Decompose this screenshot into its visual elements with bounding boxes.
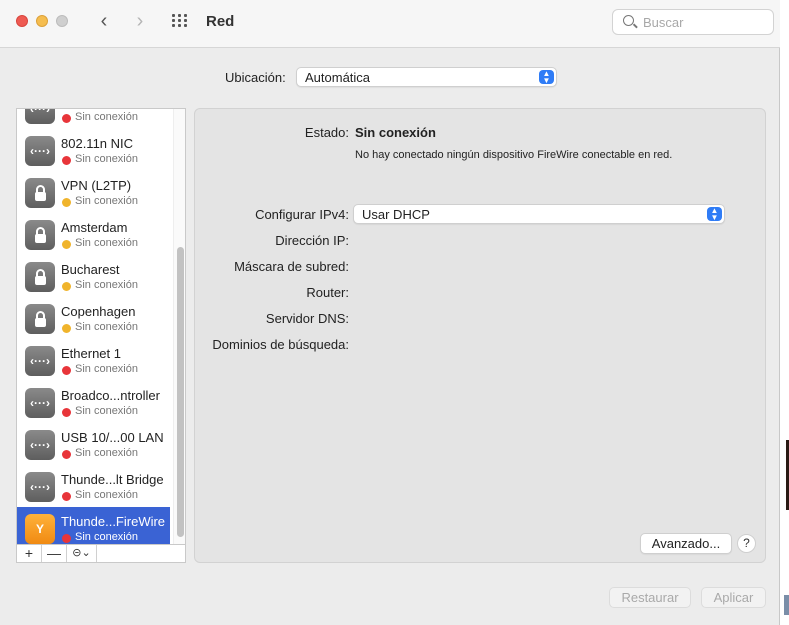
status-dot-icon [62,198,71,207]
network-interface-icon: ‹···› [25,430,55,460]
service-status: Sin conexión [75,237,138,249]
select-arrows-icon: ▲ ▼ [539,70,554,85]
configure-ipv4-label: Configurar IPv4: [255,207,349,222]
service-status: Sin conexión [75,321,138,333]
vpn-lock-icon [25,178,55,208]
back-arrow-icon[interactable]: ‹ [94,10,114,32]
restore-button[interactable]: Restaurar [609,587,691,608]
vpn-lock-icon [25,220,55,250]
remove-service-button[interactable]: — [42,545,67,562]
service-detail-panel: Estado: Sin conexión No hay conectado ni… [194,108,766,563]
status-dot-icon [62,282,71,291]
service-name: VPN (L2TP) [61,178,132,193]
status-dot-icon [62,240,71,249]
network-interface-icon: ‹···› [25,472,55,502]
search-input[interactable] [643,13,768,31]
service-item[interactable]: ‹···› Sin conexión [17,109,170,129]
help-button[interactable]: ? [737,534,756,553]
service-item[interactable]: Amsterdam Sin conexión [17,213,170,255]
status-description: No hay conectado ningún dispositivo Fire… [355,149,673,161]
service-status: Sin conexión [75,111,138,123]
network-preferences-window: ‹ › Red Ubicación: Automática ▲▼ ‹···› Si… [0,0,780,625]
background-window-edge [780,0,789,625]
service-name: Thunde...FireWire [61,514,166,529]
network-interface-icon: ‹···› [25,136,55,166]
dns-server-label: Servidor DNS: [265,311,349,326]
service-item[interactable]: ‹···› Ethernet 1 Sin conexión [17,339,170,381]
scrollbar-thumb[interactable] [177,247,184,537]
vpn-lock-icon [25,262,55,292]
service-name: Amsterdam [61,220,128,235]
location-value: Automática [305,70,371,85]
window-title: Red [206,13,235,30]
advanced-button[interactable]: Avanzado... [640,533,732,554]
service-item[interactable]: ‹···› 802.11n NIC Sin conexión [17,129,170,171]
add-service-button[interactable]: + [17,545,42,562]
search-field[interactable] [612,9,774,35]
zoom-window-button[interactable] [56,15,68,27]
status-label: Estado: [304,125,349,140]
location-label: Ubicación: [225,70,286,85]
network-interface-icon: ‹···› [25,346,55,376]
status-value: Sin conexión [355,125,436,140]
status-dot-icon [62,324,71,333]
service-name: Bucharest [61,262,120,277]
apply-button[interactable]: Aplicar [701,587,766,608]
service-name: Broadco...ntroller [61,388,160,403]
service-item[interactable]: ‹···› Thunde...lt Bridge Sin conexión [17,465,170,507]
firewire-icon: Y [25,514,55,544]
service-list-scrollbar[interactable] [173,109,185,545]
select-arrows-icon: ▲ ▼ [707,207,722,222]
service-action-menu-button[interactable]: ⊝⌄ [67,545,97,562]
search-icon [623,15,634,26]
service-list-footer: + — ⊝⌄ [16,544,186,563]
configure-ipv4-value: Usar DHCP [362,207,430,222]
service-item[interactable]: ‹···› Broadco...ntroller Sin conexión [17,381,170,423]
service-name: Copenhagen [61,304,136,319]
network-interface-icon: ‹···› [25,388,55,418]
service-status: Sin conexión [75,531,138,543]
configure-ipv4-select[interactable]: Usar DHCP ▲ ▼ [353,204,725,224]
search-domains-label: Dominios de búsqueda: [212,337,349,352]
status-dot-icon [62,450,71,459]
minimize-window-button[interactable] [36,15,48,27]
service-status: Sin conexión [75,405,138,417]
router-label: Router: [306,285,349,300]
service-status: Sin conexión [75,195,138,207]
service-status: Sin conexión [75,363,138,375]
status-dot-icon [62,534,71,543]
status-dot-icon [62,114,71,123]
service-name: Thunde...lt Bridge [61,472,164,487]
status-dot-icon [62,366,71,375]
service-name: Ethernet 1 [61,346,121,361]
service-item[interactable]: ‹···› USB 10/...00 LAN Sin conexión [17,423,170,465]
service-status: Sin conexión [75,447,138,459]
location-select[interactable]: Automática ▲ ▼ [296,67,557,87]
close-window-button[interactable] [16,15,28,27]
service-item[interactable]: Y Thunde...FireWire Sin conexión [17,507,170,545]
service-name: USB 10/...00 LAN [61,430,164,445]
status-dot-icon [62,408,71,417]
toolbar: ‹ › Red [0,0,780,48]
show-all-grid-icon[interactable] [172,14,190,28]
subnet-mask-label: Máscara de subred: [234,259,349,274]
network-interface-icon: ‹···› [25,109,55,124]
status-dot-icon [62,492,71,501]
service-status: Sin conexión [75,279,138,291]
vpn-lock-icon [25,304,55,334]
service-item[interactable]: Copenhagen Sin conexión [17,297,170,339]
service-status: Sin conexión [75,489,138,501]
service-item[interactable]: Bucharest Sin conexión [17,255,170,297]
ip-address-label: Dirección IP: [275,233,349,248]
status-dot-icon [62,156,71,165]
forward-arrow-icon[interactable]: › [130,10,150,32]
service-item[interactable]: VPN (L2TP) Sin conexión [17,171,170,213]
service-status: Sin conexión [75,153,138,165]
service-list: ‹···› Sin conexión ‹···› 802.11n NIC Sin con… [16,108,186,545]
service-name: 802.11n NIC [61,136,134,151]
